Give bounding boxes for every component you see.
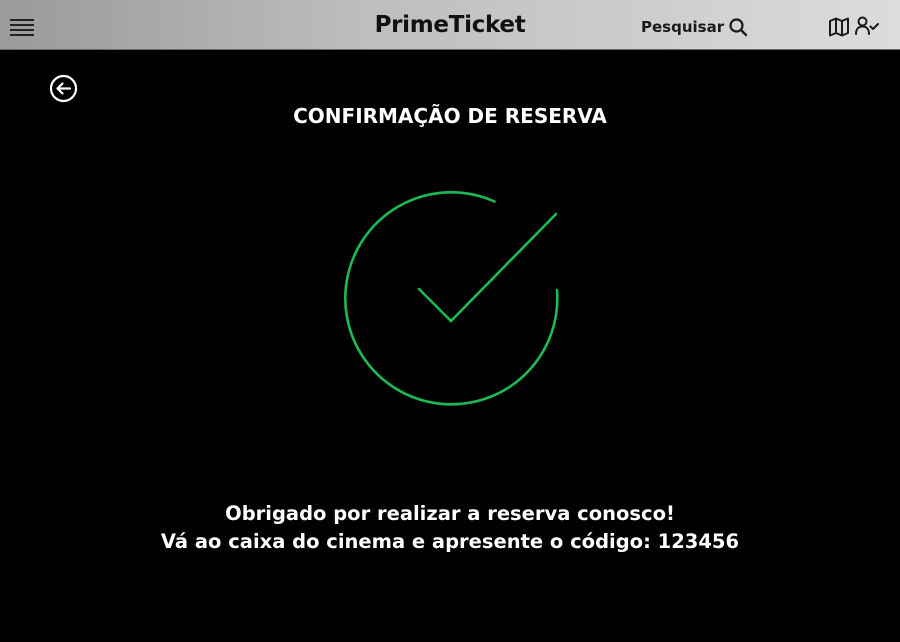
map-icon: [829, 17, 849, 37]
thank-you-text: Obrigado por realizar a reserva conosco!: [225, 502, 675, 525]
check-circle-icon: [344, 191, 559, 406]
map-button[interactable]: [828, 17, 850, 37]
user-check-icon: [855, 16, 879, 35]
menu-button[interactable]: [9, 17, 36, 37]
confirmation-message: Obrigado por realizar a reserva conosco!…: [0, 500, 900, 556]
top-bar: PrimeTicket Pesquisar: [0, 0, 900, 50]
search-icon: [729, 18, 748, 37]
page: PrimeTicket Pesquisar CONFIRMAÇÃO DE RES…: [0, 0, 900, 642]
success-graphic: [340, 188, 562, 410]
arrow-left-circle-icon: [49, 74, 78, 103]
page-title: CONFIRMAÇÃO DE RESERVA: [293, 104, 607, 128]
brand-logo[interactable]: PrimeTicket: [0, 12, 900, 38]
search-label: Pesquisar: [641, 18, 725, 36]
booking-code-instruction: Vá ao caixa do cinema e apresente o códi…: [160, 530, 740, 553]
account-button[interactable]: [855, 16, 879, 36]
hamburger-menu-icon: [10, 19, 34, 36]
search-button[interactable]: Pesquisar: [641, 15, 748, 39]
back-button[interactable]: [49, 74, 78, 103]
